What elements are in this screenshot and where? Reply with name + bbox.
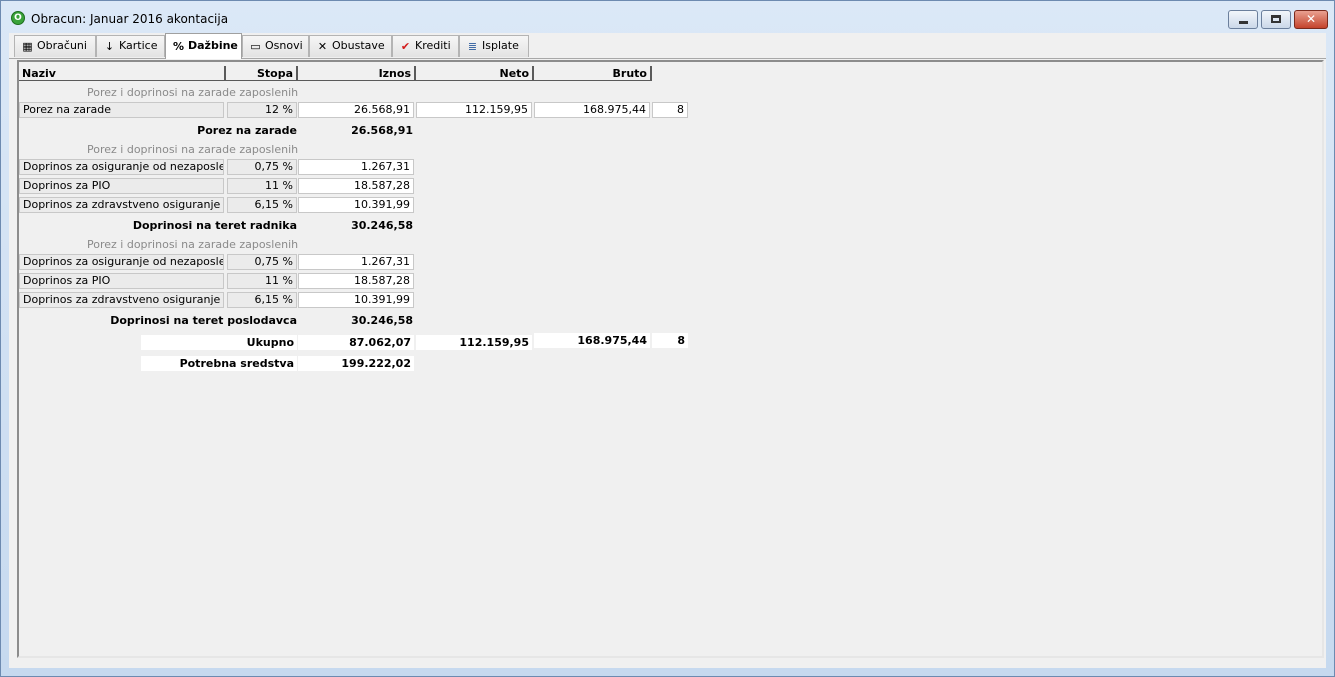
poslodavac-stopa[interactable]: 11 % — [227, 273, 297, 289]
tab-strip: ▦ Obračuni ↓ Kartice % Dažbine ▭ Osnovi … — [9, 33, 1326, 59]
radnik-stopa[interactable]: 11 % — [227, 178, 297, 194]
section-header: Porez i doprinosi na zarade zaposlenih — [87, 143, 299, 156]
title-bar[interactable]: O Obracun: Januar 2016 akontacija ✕ — [1, 1, 1334, 31]
radnik-subtotal-value: 30.246,58 — [351, 219, 413, 232]
tab-label: Isplate — [482, 39, 519, 52]
porez-iznos[interactable]: 26.568,91 — [298, 102, 414, 118]
app-window: O Obracun: Januar 2016 akontacija ✕ ▦ Ob… — [0, 0, 1335, 677]
checkmark-icon: ✔ — [400, 40, 411, 53]
dazbine-panel: Naziv Stopa Iznos Neto Bruto Porez i dop… — [17, 60, 1324, 658]
client-area: ▦ Obračuni ↓ Kartice % Dažbine ▭ Osnovi … — [9, 33, 1326, 668]
window-title: Obracun: Januar 2016 akontacija — [31, 12, 229, 26]
radnik-naziv: Doprinos za zdravstveno osiguranje — [19, 197, 224, 213]
tab-label: Obračuni — [37, 39, 87, 52]
ukupno-neto: 112.159,95 — [416, 335, 532, 350]
poslodavac-subtotal-value: 30.246,58 — [351, 314, 413, 327]
poslodavac-iznos[interactable]: 10.391,99 — [298, 292, 414, 308]
sort-az-icon: ↓ — [104, 40, 115, 53]
porez-neto[interactable]: 112.159,95 — [416, 102, 532, 118]
tab-label: Obustave — [332, 39, 385, 52]
column-header-iznos[interactable]: Iznos — [298, 66, 416, 81]
radnik-iznos[interactable]: 1.267,31 — [298, 159, 414, 175]
tab-obustave[interactable]: ✕ Obustave — [309, 35, 392, 57]
porez-broj[interactable]: 8 — [652, 102, 688, 118]
poslodavac-stopa[interactable]: 0,75 % — [227, 254, 297, 270]
poslodavac-stopa[interactable]: 6,15 % — [227, 292, 297, 308]
ukupno-broj: 8 — [652, 333, 688, 348]
radnik-iznos[interactable]: 18.587,28 — [298, 178, 414, 194]
tab-label: Kartice — [119, 39, 158, 52]
tab-osnovi[interactable]: ▭ Osnovi — [242, 35, 309, 57]
radnik-stopa[interactable]: 0,75 % — [227, 159, 297, 175]
radnik-naziv: Doprinos za PIO — [19, 178, 224, 194]
ukupno-label: Ukupno — [141, 335, 297, 350]
poslodavac-subtotal-label: Doprinosi na teret poslodavca — [110, 314, 297, 327]
app-logo-icon: O — [11, 11, 25, 25]
maximize-button[interactable] — [1261, 10, 1291, 29]
poslodavac-naziv: Doprinos za osiguranje od nezaposlenosti — [19, 254, 224, 270]
porez-subtotal-label: Porez na zarade — [197, 124, 297, 137]
radnik-subtotal-label: Doprinosi na teret radnika — [132, 219, 297, 232]
tab-obracuni[interactable]: ▦ Obračuni — [14, 35, 96, 57]
tab-isplate[interactable]: ≣ Isplate — [459, 35, 529, 57]
section-header: Porez i doprinosi na zarade zaposlenih — [87, 238, 299, 251]
potrebna-sredstva-value: 199.222,02 — [298, 356, 414, 371]
minimize-button[interactable] — [1228, 10, 1258, 29]
poslodavac-naziv: Doprinos za zdravstveno osiguranje — [19, 292, 224, 308]
folder-icon: ▭ — [250, 40, 261, 53]
radnik-naziv: Doprinos za osiguranje od nezaposlenosti — [19, 159, 224, 175]
poslodavac-iznos[interactable]: 1.267,31 — [298, 254, 414, 270]
column-header-neto[interactable]: Neto — [416, 66, 534, 81]
close-button[interactable]: ✕ — [1294, 10, 1328, 29]
tab-label: Dažbine — [188, 39, 238, 52]
minimize-icon — [1239, 21, 1248, 24]
poslodavac-iznos[interactable]: 18.587,28 — [298, 273, 414, 289]
percent-icon: % — [172, 40, 185, 53]
radnik-stopa[interactable]: 6,15 % — [227, 197, 297, 213]
tab-label: Osnovi — [265, 39, 303, 52]
poslodavac-naziv: Doprinos za PIO — [19, 273, 224, 289]
maximize-icon — [1271, 15, 1281, 23]
close-icon: ✕ — [1305, 12, 1317, 26]
porez-bruto[interactable]: 168.975,44 — [534, 102, 650, 118]
list-icon: ≣ — [467, 40, 478, 53]
cross-icon: ✕ — [317, 40, 328, 53]
column-header-stopa[interactable]: Stopa — [226, 66, 298, 81]
tab-krediti[interactable]: ✔ Krediti — [392, 35, 459, 57]
column-header-bruto[interactable]: Bruto — [534, 66, 652, 81]
porez-stopa[interactable]: 12 % — [227, 102, 297, 118]
ukupno-iznos: 87.062,07 — [298, 335, 414, 350]
potrebna-sredstva-label: Potrebna sredstva — [141, 356, 297, 371]
porez-subtotal-value: 26.568,91 — [351, 124, 413, 137]
calculator-icon: ▦ — [22, 40, 33, 53]
tab-kartice[interactable]: ↓ Kartice — [96, 35, 165, 57]
column-header-naziv[interactable]: Naziv — [19, 66, 226, 81]
porez-naziv: Porez na zarade — [19, 102, 224, 118]
section-header: Porez i doprinosi na zarade zaposlenih — [87, 86, 299, 99]
tab-label: Krediti — [415, 39, 451, 52]
radnik-iznos[interactable]: 10.391,99 — [298, 197, 414, 213]
ukupno-bruto: 168.975,44 — [534, 333, 650, 348]
tab-dazbine[interactable]: % Dažbine — [165, 33, 242, 59]
